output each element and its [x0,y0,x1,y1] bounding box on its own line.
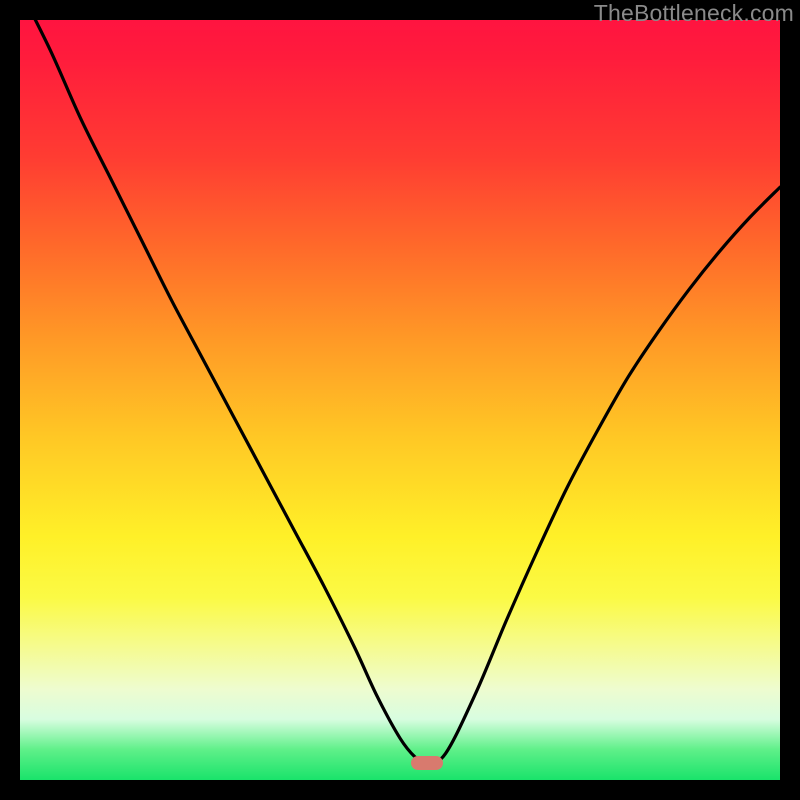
chart-frame: TheBottleneck.com [0,0,800,800]
bottleneck-marker [411,756,443,770]
bottleneck-curve [20,20,780,780]
watermark-text: TheBottleneck.com [594,0,794,27]
plot-area [20,20,780,780]
